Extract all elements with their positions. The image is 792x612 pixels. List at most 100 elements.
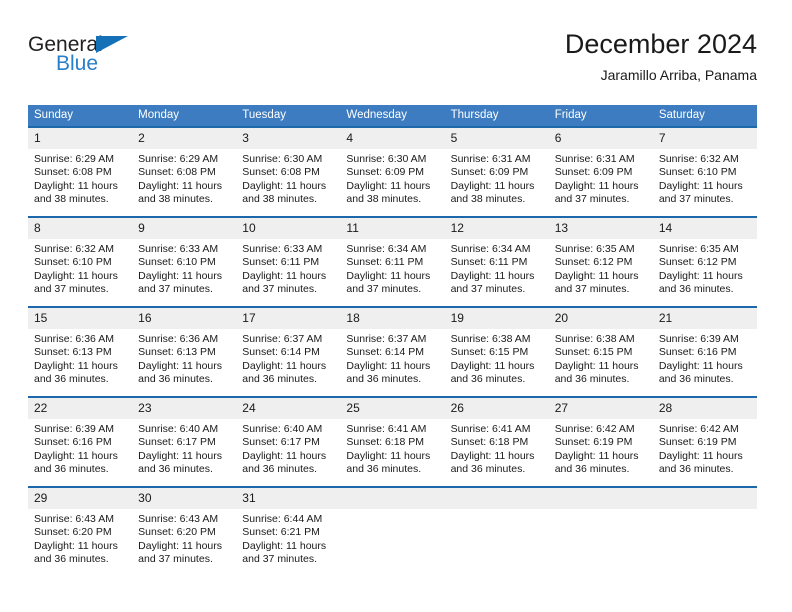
- day-number: 13: [548, 218, 653, 239]
- sunrise-time: Sunrise: 6:38 AM: [554, 333, 635, 345]
- calendar-day-cell[interactable]: 4 Sunrise: 6:30 AM Sunset: 6:09 PM Daylight…: [340, 126, 445, 217]
- day-cell-content: 20 Sunrise: 6:38 AM Sunset: 6:15 PM Dayligh…: [548, 308, 653, 396]
- day-number: 26: [444, 398, 549, 419]
- title-block: December 2024 Jaramillo Arriba, Panama: [565, 28, 757, 85]
- calendar-day-cell[interactable]: 16 Sunrise: 6:36 AM Sunset: 6:13 PM Dayligh…: [132, 306, 237, 397]
- calendar-day-cell[interactable]: 12 Sunrise: 6:34 AM Sunset: 6:11 PM Dayligh…: [444, 216, 549, 307]
- calendar-week-row: 1 Sunrise: 6:29 AM Sunset: 6:08 PM Daylight…: [28, 126, 757, 217]
- day-number: 28: [652, 398, 757, 419]
- calendar-day-cell[interactable]: 9 Sunrise: 6:33 AM Sunset: 6:10 PM Daylight…: [132, 216, 237, 307]
- sunset-time: Sunset: 6:18 PM: [450, 436, 529, 449]
- sunset-time: Sunset: 6:09 PM: [450, 166, 529, 179]
- day-number: 29: [28, 488, 133, 509]
- day-cell-content: 25 Sunrise: 6:41 AM Sunset: 6:18 PM Dayligh…: [340, 398, 445, 486]
- calendar-day-cell[interactable]: 1 Sunrise: 6:29 AM Sunset: 6:08 PM Daylight…: [28, 126, 133, 217]
- sunset-time: Sunset: 6:13 PM: [138, 346, 216, 359]
- sunrise-sunset-calendar: Sunday Monday Tuesday Wednesday Thursday Frid…: [28, 105, 757, 576]
- day-cell-content: 10 Sunrise: 6:33 AM Sunset: 6:11 PM Dayligh…: [236, 218, 341, 306]
- day-number: 18: [340, 308, 445, 329]
- calendar-day-cell[interactable]: 24 Sunrise: 6:40 AM Sunset: 6:17 PM Dayligh…: [236, 396, 341, 487]
- calendar-day-cell[interactable]: 11 Sunrise: 6:34 AM Sunset: 6:11 PM Dayligh…: [340, 216, 445, 307]
- calendar-day-cell[interactable]: 22 Sunrise: 6:39 AM Sunset: 6:16 PM Dayligh…: [28, 396, 133, 487]
- day-number: 21: [652, 308, 757, 329]
- day-details: Sunrise: 6:35 AM Sunset: 6:12 PM Daylight:…: [653, 239, 757, 297]
- day-number: 14: [652, 218, 757, 239]
- day-cell-content: 11 Sunrise: 6:34 AM Sunset: 6:11 PM Dayligh…: [340, 218, 445, 306]
- calendar-day-cell[interactable]: 30 Sunrise: 6:43 AM Sunset: 6:20 PM Dayligh…: [132, 486, 237, 576]
- day-number: 2: [132, 128, 237, 149]
- calendar-day-cell[interactable]: 5 Sunrise: 6:31 AM Sunset: 6:09 PM Daylight…: [444, 126, 549, 217]
- calendar-day-cell[interactable]: 18 Sunrise: 6:37 AM Sunset: 6:14 PM Dayligh…: [340, 306, 445, 397]
- sunset-time: Sunset: 6:14 PM: [242, 346, 320, 359]
- day-number: 22: [28, 398, 133, 419]
- day-cell-content: 17 Sunrise: 6:37 AM Sunset: 6:14 PM Dayligh…: [236, 308, 341, 396]
- calendar-day-cell[interactable]: 13 Sunrise: 6:35 AM Sunset: 6:12 PM Dayligh…: [548, 216, 653, 307]
- day-number: 10: [236, 218, 341, 239]
- day-cell-content: 24 Sunrise: 6:40 AM Sunset: 6:17 PM Dayligh…: [236, 398, 341, 486]
- day-number: 31: [236, 488, 341, 509]
- sunset-time: Sunset: 6:09 PM: [554, 166, 633, 179]
- sunrise-time: Sunrise: 6:32 AM: [658, 153, 739, 165]
- calendar-day-cell[interactable]: 28 Sunrise: 6:42 AM Sunset: 6:19 PM Dayligh…: [652, 396, 757, 487]
- sunrise-time: Sunrise: 6:38 AM: [450, 333, 531, 345]
- day-cell-content: 6 Sunrise: 6:31 AM Sunset: 6:09 PM Daylight…: [548, 128, 653, 216]
- daylight-duration-line1: Daylight: 11 hours: [138, 449, 222, 462]
- daylight-duration-line1: Daylight: 11 hours: [242, 359, 327, 372]
- day-details: Sunrise: 6:42 AM Sunset: 6:19 PM Daylight:…: [549, 419, 653, 477]
- sunset-time: Sunset: 6:10 PM: [138, 256, 216, 269]
- calendar-day-cell[interactable]: 21 Sunrise: 6:39 AM Sunset: 6:16 PM Dayligh…: [652, 306, 757, 397]
- daylight-duration-line1: Daylight: 11 hours: [450, 359, 535, 372]
- sunset-time: Sunset: 6:20 PM: [138, 526, 216, 539]
- calendar-week-row: 22 Sunrise: 6:39 AM Sunset: 6:16 PM Dayligh…: [28, 396, 757, 487]
- sunrise-time: Sunrise: 6:34 AM: [346, 243, 427, 255]
- daylight-duration-line2: and 37 minutes.: [346, 283, 422, 296]
- sunrise-time: Sunrise: 6:30 AM: [346, 153, 427, 165]
- calendar-day-cell[interactable]: 20 Sunrise: 6:38 AM Sunset: 6:15 PM Dayligh…: [548, 306, 653, 397]
- calendar-day-cell[interactable]: 3 Sunrise: 6:30 AM Sunset: 6:08 PM Daylight…: [236, 126, 341, 217]
- calendar-day-cell[interactable]: 14 Sunrise: 6:35 AM Sunset: 6:12 PM Dayligh…: [652, 216, 757, 307]
- sunrise-time: Sunrise: 6:39 AM: [34, 423, 114, 435]
- day-cell-content: 18 Sunrise: 6:37 AM Sunset: 6:14 PM Dayligh…: [340, 308, 445, 396]
- daylight-duration-line1: Daylight: 11 hours: [658, 449, 743, 462]
- sunset-time: Sunset: 6:08 PM: [138, 166, 216, 179]
- calendar-day-cell-empty: [444, 486, 549, 576]
- sunrise-time: Sunrise: 6:43 AM: [138, 513, 219, 525]
- day-details: Sunrise: 6:40 AM Sunset: 6:17 PM Daylight:…: [132, 419, 236, 477]
- day-cell-content: 28 Sunrise: 6:42 AM Sunset: 6:19 PM Dayligh…: [652, 398, 757, 486]
- day-number: 7: [652, 128, 757, 149]
- calendar-day-cell[interactable]: 29 Sunrise: 6:43 AM Sunset: 6:20 PM Dayligh…: [28, 486, 133, 576]
- calendar-day-cell[interactable]: 8 Sunrise: 6:32 AM Sunset: 6:10 PM Daylight…: [28, 216, 133, 307]
- daylight-duration-line2: and 38 minutes.: [346, 193, 422, 206]
- calendar-day-cell[interactable]: 6 Sunrise: 6:31 AM Sunset: 6:09 PM Daylight…: [548, 126, 653, 217]
- calendar-day-cell[interactable]: 31 Sunrise: 6:44 AM Sunset: 6:21 PM Dayligh…: [236, 486, 341, 576]
- weekday-header-monday: Monday: [132, 105, 237, 127]
- calendar-day-cell[interactable]: 26 Sunrise: 6:41 AM Sunset: 6:18 PM Dayligh…: [444, 396, 549, 487]
- calendar-day-cell[interactable]: 25 Sunrise: 6:41 AM Sunset: 6:18 PM Dayligh…: [340, 396, 445, 487]
- sunrise-time: Sunrise: 6:29 AM: [138, 153, 219, 165]
- calendar-day-cell[interactable]: 10 Sunrise: 6:33 AM Sunset: 6:11 PM Dayligh…: [236, 216, 341, 307]
- calendar-day-cell[interactable]: 17 Sunrise: 6:37 AM Sunset: 6:14 PM Dayligh…: [236, 306, 341, 397]
- general-blue-logo[interactable]: General Blue: [28, 28, 148, 86]
- day-details: Sunrise: 6:37 AM Sunset: 6:14 PM Daylight:…: [340, 329, 444, 387]
- calendar-day-cell[interactable]: 23 Sunrise: 6:40 AM Sunset: 6:17 PM Dayligh…: [132, 396, 237, 487]
- calendar-day-cell[interactable]: 27 Sunrise: 6:42 AM Sunset: 6:19 PM Dayligh…: [548, 396, 653, 487]
- day-cell-content: 16 Sunrise: 6:36 AM Sunset: 6:13 PM Dayligh…: [132, 308, 237, 396]
- day-number: 25: [340, 398, 445, 419]
- day-cell-content: 4 Sunrise: 6:30 AM Sunset: 6:09 PM Daylight…: [340, 128, 445, 216]
- calendar-day-cell[interactable]: 15 Sunrise: 6:36 AM Sunset: 6:13 PM Dayligh…: [28, 306, 133, 397]
- sunrise-time: Sunrise: 6:35 AM: [554, 243, 635, 255]
- calendar-day-cell[interactable]: 2 Sunrise: 6:29 AM Sunset: 6:08 PM Daylight…: [132, 126, 237, 217]
- calendar-day-cell[interactable]: 19 Sunrise: 6:38 AM Sunset: 6:15 PM Dayligh…: [444, 306, 549, 397]
- sunrise-time: Sunrise: 6:37 AM: [346, 333, 427, 345]
- daylight-duration-line1: Daylight: 11 hours: [242, 179, 327, 192]
- day-number: [548, 488, 653, 509]
- calendar-header-row: Sunday Monday Tuesday Wednesday Thursday Frid…: [28, 105, 757, 127]
- day-cell-content: 29 Sunrise: 6:43 AM Sunset: 6:20 PM Dayligh…: [28, 488, 133, 576]
- sunset-time: Sunset: 6:12 PM: [658, 256, 737, 269]
- day-details: Sunrise: 6:43 AM Sunset: 6:20 PM Daylight:…: [28, 509, 132, 567]
- sunrise-time: Sunrise: 6:42 AM: [658, 423, 739, 435]
- day-number: 27: [548, 398, 653, 419]
- calendar-day-cell-empty: [652, 486, 757, 576]
- calendar-day-cell[interactable]: 7 Sunrise: 6:32 AM Sunset: 6:10 PM Daylight…: [652, 126, 757, 217]
- daylight-duration-line2: and 36 minutes.: [658, 283, 734, 296]
